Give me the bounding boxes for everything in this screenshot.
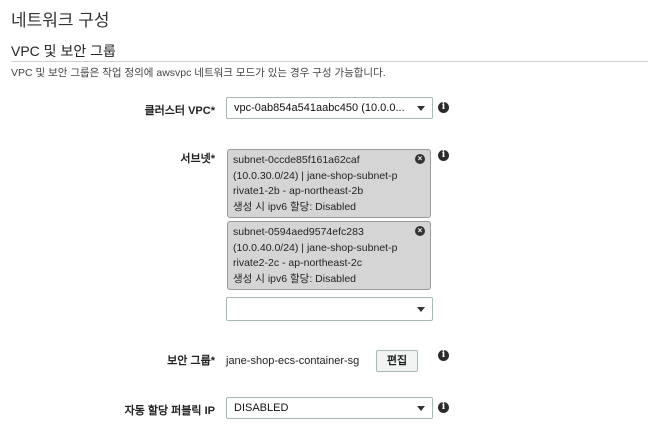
page-title: 네트워크 구성 bbox=[11, 11, 110, 30]
subnet-id: subnet-0ccde85f161a62caf bbox=[233, 154, 360, 166]
subnet-cidr: (10.0.40.0/24) | jane-shop-subnet-p bbox=[233, 241, 398, 254]
close-icon[interactable]: × bbox=[415, 226, 425, 236]
info-icon[interactable]: i bbox=[438, 350, 449, 361]
edit-button[interactable]: 편집 bbox=[376, 350, 418, 372]
cluster-vpc-label: 클러스터 VPC* bbox=[144, 105, 215, 117]
security-group-label: 보안 그룹* bbox=[167, 355, 215, 367]
section-title: VPC 및 보안 그룹 bbox=[11, 43, 116, 59]
security-group-value: jane-shop-ecs-container-sg bbox=[226, 355, 360, 367]
chevron-down-icon bbox=[417, 406, 425, 411]
cluster-vpc-select[interactable]: vpc-0ab854a541aabc450 (10.0.0... bbox=[226, 97, 433, 119]
subnet-id: subnet-0594aed9574efc283 bbox=[233, 226, 364, 238]
subnets-label: 서브넷* bbox=[180, 153, 215, 165]
chevron-down-icon bbox=[417, 307, 425, 312]
subnet-chip: subnet-0ccde85f161a62caf (10.0.30.0/24) … bbox=[227, 149, 431, 218]
subnet-zone: rivate2-2c - ap-northeast-2c bbox=[233, 257, 362, 269]
subnet-chip: subnet-0594aed9574efc283 (10.0.40.0/24) … bbox=[227, 221, 431, 290]
section-divider bbox=[11, 61, 648, 62]
section-description: VPC 및 보안 그룹은 작업 정의에 awsvpc 네트워크 모드가 있는 경… bbox=[11, 67, 386, 79]
cluster-vpc-value: vpc-0ab854a541aabc450 (10.0.0... bbox=[234, 102, 405, 114]
info-icon[interactable]: i bbox=[438, 150, 449, 161]
public-ip-value: DISABLED bbox=[234, 402, 289, 414]
subnet-ipv6: 생성 시 ipv6 할당: Disabled bbox=[233, 200, 357, 213]
subnet-cidr: (10.0.30.0/24) | jane-shop-subnet-p bbox=[233, 169, 398, 182]
close-icon[interactable]: × bbox=[415, 154, 425, 164]
subnet-zone: rivate1-2b - ap-northeast-2b bbox=[233, 185, 364, 197]
info-icon[interactable]: i bbox=[438, 402, 449, 413]
public-ip-label: 자동 할당 퍼블릭 IP bbox=[124, 405, 215, 417]
info-icon[interactable]: i bbox=[438, 102, 449, 113]
subnet-ipv6: 생성 시 ipv6 할당: Disabled bbox=[233, 272, 357, 285]
public-ip-select[interactable]: DISABLED bbox=[226, 397, 433, 419]
subnet-add-select[interactable] bbox=[226, 297, 433, 321]
chevron-down-icon bbox=[417, 106, 425, 111]
